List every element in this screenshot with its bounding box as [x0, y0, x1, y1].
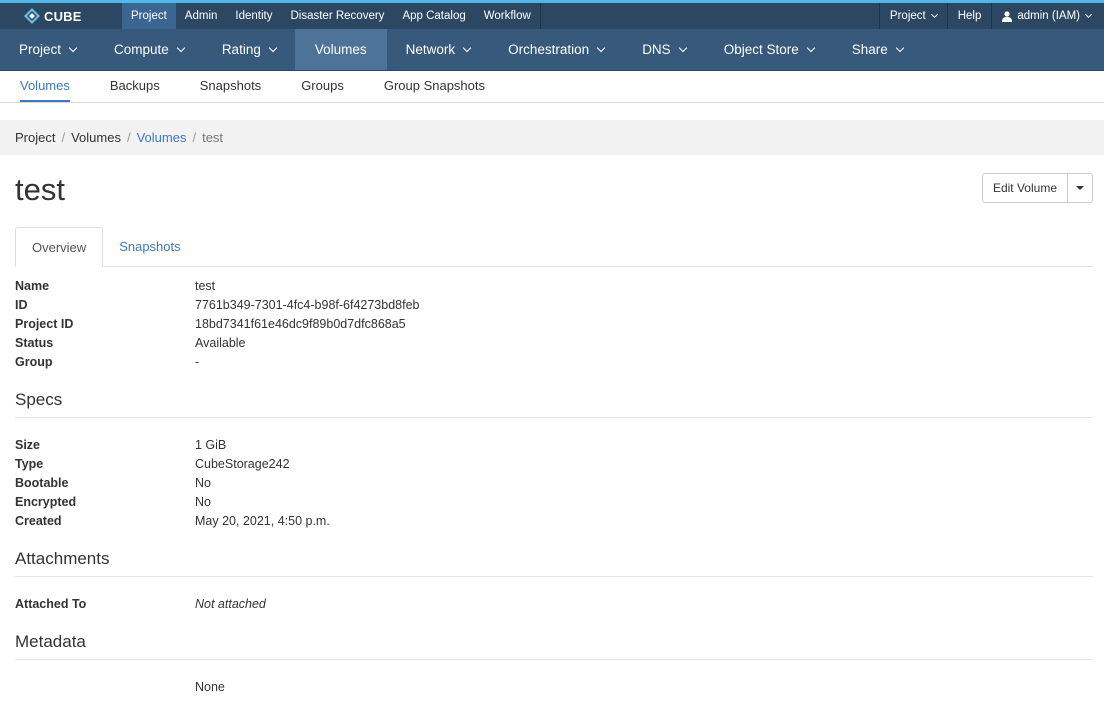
mainnav-share-label: Share	[851, 42, 888, 57]
user-menu-label: admin (IAM)	[1017, 10, 1080, 22]
detail-label: Type	[15, 457, 44, 471]
detail-tabs: Overview Snapshots	[15, 227, 1093, 267]
detail-label: Encrypted	[15, 495, 77, 509]
breadcrumb-separator: /	[61, 130, 66, 145]
mainnav-project[interactable]: Project	[0, 29, 95, 70]
main-nav: Project Compute Rating Volumes Network O…	[0, 29, 1104, 71]
breadcrumb-separator: /	[126, 130, 131, 145]
edit-volume-button-group: Edit Volume	[981, 173, 1093, 203]
mainnav-project-label: Project	[19, 42, 62, 57]
detail-value: May 20, 2021, 4:50 p.m.	[195, 514, 330, 528]
detail-label: Attached To	[15, 597, 87, 611]
detail-value: CubeStorage242	[195, 457, 290, 471]
chevron-down-icon	[1084, 10, 1093, 19]
detail-value: Not attached	[195, 597, 266, 611]
mainnav-dns[interactable]: DNS	[623, 29, 705, 70]
chevron-down-icon	[678, 43, 687, 52]
subnav-backups[interactable]: Backups	[110, 71, 160, 102]
detail-label: Bootable	[15, 476, 69, 490]
breadcrumb-separator: /	[192, 130, 197, 145]
detail-label: Created	[15, 514, 62, 528]
mainnav-compute-label: Compute	[114, 42, 169, 57]
subnav-group-snapshots[interactable]: Group Snapshots	[384, 71, 485, 102]
mainnav-network[interactable]: Network	[387, 29, 490, 70]
section-divider	[15, 417, 1093, 418]
top-bar: CUBE Project Admin Identity Disaster Rec…	[0, 0, 1104, 29]
chevron-down-icon	[895, 43, 905, 52]
chevron-down-icon	[268, 43, 278, 52]
edit-volume-button[interactable]: Edit Volume	[981, 173, 1068, 203]
cube-logo-icon	[24, 8, 40, 24]
user-icon	[1002, 10, 1013, 22]
topnav-app-catalog[interactable]: App Catalog	[393, 3, 474, 29]
brand-logo[interactable]: CUBE	[0, 3, 122, 29]
caret-down-icon	[1076, 186, 1084, 190]
mainnav-network-label: Network	[405, 42, 456, 57]
mainnav-object-store-label: Object Store	[723, 42, 799, 57]
detail-value: No	[195, 495, 211, 509]
chevron-down-icon	[596, 43, 606, 52]
brand-name: CUBE	[44, 8, 82, 24]
detail-label: ID	[15, 298, 28, 312]
detail-value: None	[195, 680, 225, 694]
mainnav-volumes[interactable]: Volumes	[294, 29, 387, 70]
mainnav-orchestration[interactable]: Orchestration	[489, 29, 623, 70]
tab-snapshots[interactable]: Snapshots	[103, 227, 196, 266]
topnav-admin[interactable]: Admin	[176, 3, 227, 29]
detail-label: Status	[15, 336, 54, 350]
subnav-snapshots[interactable]: Snapshots	[200, 71, 261, 102]
detail-label: Name	[15, 279, 50, 293]
mainnav-rating[interactable]: Rating	[203, 29, 295, 70]
topnav-divider	[539, 3, 541, 29]
chevron-down-icon	[930, 10, 938, 19]
detail-label: Size	[15, 438, 41, 452]
breadcrumb-volumes-link[interactable]: Volumes	[137, 130, 187, 145]
mainnav-object-store[interactable]: Object Store	[705, 29, 833, 70]
breadcrumb-volumes-panel: Volumes	[71, 130, 121, 145]
chevron-down-icon	[176, 43, 186, 52]
mainnav-compute[interactable]: Compute	[95, 29, 203, 70]
detail-value: 18bd7341f61e46dc9f89b0d7dfc868a5	[195, 317, 406, 331]
top-nav: Project Admin Identity Disaster Recovery…	[122, 3, 541, 29]
breadcrumb-project: Project	[15, 130, 56, 145]
breadcrumb: Project / Volumes / Volumes / test	[0, 120, 1104, 155]
user-menu[interactable]: admin (IAM)	[991, 3, 1104, 29]
mainnav-rating-label: Rating	[221, 42, 261, 57]
mainnav-dns-label: DNS	[642, 42, 671, 57]
detail-value: test	[195, 279, 216, 293]
section-title-metadata: Metadata	[15, 632, 86, 651]
section-divider	[15, 659, 1093, 660]
detail-value: Available	[195, 336, 246, 350]
mainnav-volumes-label: Volumes	[314, 42, 367, 57]
sub-nav: Volumes Backups Snapshots Groups Group S…	[0, 71, 1104, 103]
detail-value: 7761b349-7301-4fc4-b98f-6f4273bd8feb	[195, 298, 420, 312]
chevron-down-icon	[462, 43, 472, 52]
detail-value: -	[195, 355, 200, 369]
chevron-down-icon	[68, 43, 78, 52]
edit-volume-dropdown-toggle[interactable]	[1068, 173, 1093, 203]
section-divider	[15, 576, 1093, 577]
section-title-attachments: Attachments	[15, 549, 110, 568]
tab-overview[interactable]: Overview	[15, 227, 104, 267]
mainnav-share[interactable]: Share	[833, 29, 922, 70]
section-title-specs: Specs	[15, 390, 63, 409]
topnav-project[interactable]: Project	[122, 3, 176, 29]
project-selector[interactable]: Project	[878, 3, 947, 29]
topnav-disaster-recovery[interactable]: Disaster Recovery	[281, 3, 393, 29]
detail-label: Group	[15, 355, 53, 369]
mainnav-orchestration-label: Orchestration	[508, 42, 590, 57]
chevron-down-icon	[806, 43, 815, 52]
subnav-volumes[interactable]: Volumes	[20, 71, 70, 102]
topnav-workflow[interactable]: Workflow	[475, 3, 540, 29]
detail-label: Project ID	[15, 317, 74, 331]
detail-value: No	[195, 476, 211, 490]
breadcrumb-current: test	[202, 130, 224, 145]
top-right-menu: Project Help admin (IAM)	[878, 3, 1104, 29]
topnav-identity[interactable]: Identity	[226, 3, 281, 29]
detail-value: 1 GiB	[195, 438, 227, 452]
subnav-groups[interactable]: Groups	[301, 71, 344, 102]
page-title: test	[15, 172, 65, 207]
project-selector-label: Project	[889, 10, 926, 22]
help-link[interactable]: Help	[946, 3, 992, 29]
